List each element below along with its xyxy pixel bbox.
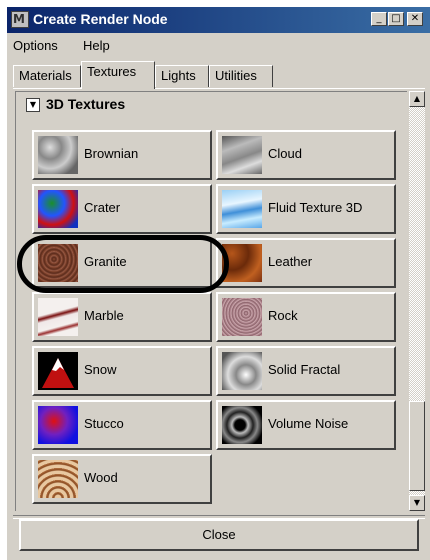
title-bar[interactable]: M Create Render Node _ □ ✕ xyxy=(7,7,430,33)
node-button-marble[interactable]: Marble xyxy=(32,292,212,342)
menu-options[interactable]: Options xyxy=(13,38,58,53)
node-label: Wood xyxy=(84,470,118,485)
maximize-button[interactable]: □ xyxy=(388,12,404,26)
tab-utilities[interactable]: Utilities xyxy=(209,65,273,87)
node-button-rock[interactable]: Rock xyxy=(216,292,396,342)
granite-swatch-icon xyxy=(38,244,78,282)
node-label: Solid Fractal xyxy=(268,362,341,377)
stucco-swatch-icon xyxy=(38,406,78,444)
node-button-brownian[interactable]: Brownian xyxy=(32,130,212,180)
tab-textures[interactable]: Textures xyxy=(81,61,155,89)
node-button-wood[interactable]: Wood xyxy=(32,454,212,504)
collapse-arrow-icon[interactable]: ▼ xyxy=(26,98,40,112)
tab-materials[interactable]: Materials xyxy=(13,65,81,87)
node-label: Snow xyxy=(84,362,117,377)
crater-swatch-icon xyxy=(38,190,78,228)
tab-panel-edge xyxy=(13,88,425,89)
node-button-crater[interactable]: Crater xyxy=(32,184,212,234)
node-label: Cloud xyxy=(268,146,302,161)
wood-swatch-icon xyxy=(38,460,78,498)
scroll-thumb[interactable] xyxy=(409,401,425,491)
node-label: Volume Noise xyxy=(268,416,349,431)
snow-swatch-icon xyxy=(38,352,78,390)
node-label: Granite xyxy=(84,254,127,269)
node-label: Rock xyxy=(268,308,298,323)
scroll-down-button[interactable]: ▼ xyxy=(409,495,425,511)
node-label: Leather xyxy=(268,254,313,269)
close-button[interactable]: Close xyxy=(19,519,419,551)
close-window-button[interactable]: ✕ xyxy=(407,12,423,26)
node-button-stucco[interactable]: Stucco xyxy=(32,400,212,450)
minimize-button[interactable]: _ xyxy=(371,12,387,26)
node-label: Crater xyxy=(84,200,121,215)
node-button-solid-fractal[interactable]: Solid Fractal xyxy=(216,346,396,396)
marble-swatch-icon xyxy=(38,298,78,336)
brownian-swatch-icon xyxy=(38,136,78,174)
scroll-up-button[interactable]: ▲ xyxy=(409,91,425,107)
menu-help[interactable]: Help xyxy=(83,38,110,53)
node-label: Marble xyxy=(84,308,124,323)
rock-swatch-icon xyxy=(222,298,262,336)
maya-app-icon: M xyxy=(11,11,29,28)
create-render-node-window: M Create Render Node _ □ ✕ Options Help … xyxy=(6,6,430,560)
cloud-swatch-icon xyxy=(222,136,262,174)
node-button-snow[interactable]: Snow xyxy=(32,346,212,396)
window-title: Create Render Node xyxy=(33,11,168,27)
node-list-panel: ▼ 3D Textures Brownian Cloud Crater Flui… xyxy=(15,91,407,511)
fluid-texture-swatch-icon xyxy=(222,190,262,228)
tab-lights[interactable]: Lights xyxy=(155,65,209,87)
node-button-cloud[interactable]: Cloud xyxy=(216,130,396,180)
section-title: 3D Textures xyxy=(46,96,126,112)
menu-bar: Options Help xyxy=(7,35,430,57)
solid-fractal-swatch-icon xyxy=(222,352,262,390)
node-button-fluid-texture-3d[interactable]: Fluid Texture 3D xyxy=(216,184,396,234)
node-button-volume-noise[interactable]: Volume Noise xyxy=(216,400,396,450)
node-button-granite[interactable]: Granite xyxy=(32,238,212,288)
node-label: Stucco xyxy=(84,416,124,431)
node-label: Fluid Texture 3D xyxy=(268,200,363,215)
vertical-scrollbar[interactable]: ▲ ▼ xyxy=(409,91,425,511)
tab-bar: Materials Textures Lights Utilities xyxy=(7,59,430,89)
volume-noise-swatch-icon xyxy=(222,406,262,444)
leather-swatch-icon xyxy=(222,244,262,282)
node-button-leather[interactable]: Leather xyxy=(216,238,396,288)
node-label: Brownian xyxy=(84,146,139,161)
snow-mountain-icon xyxy=(42,358,74,388)
